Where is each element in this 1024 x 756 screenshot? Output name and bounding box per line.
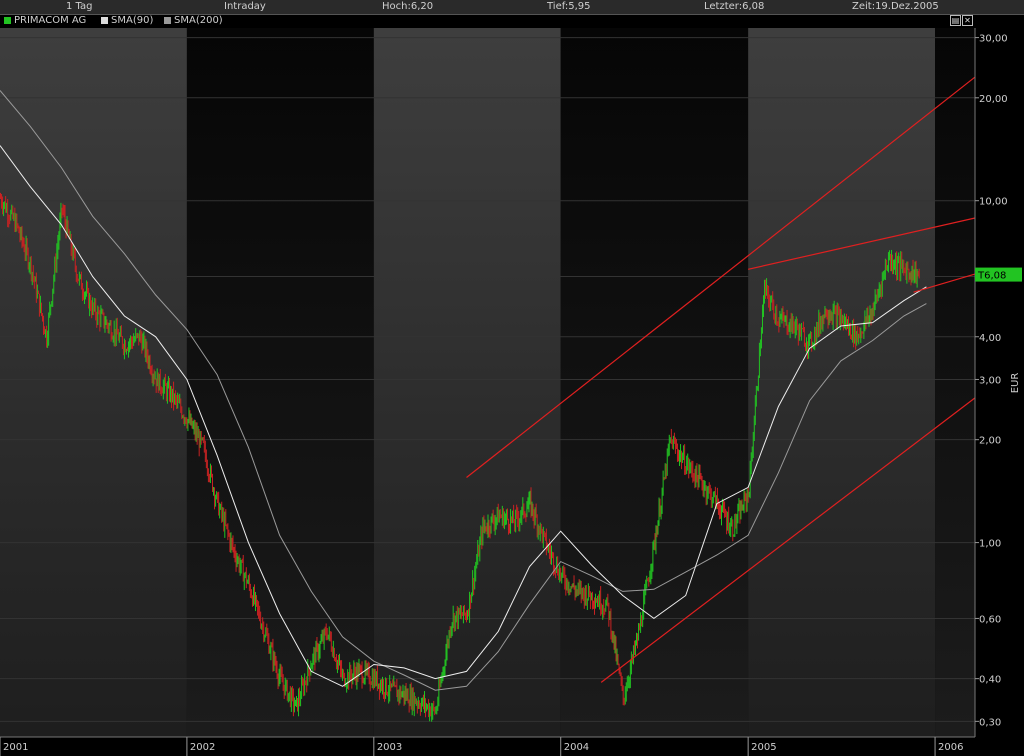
year-band [373,28,561,737]
y-tick-label: 1,00 [979,539,1001,550]
x-tick-label: 2006 [938,742,963,753]
y-tick-label: 0,30 [979,717,1001,728]
year-band [935,28,975,737]
y-tick-label: 10,00 [979,197,1008,208]
x-axis-panel [0,737,1024,756]
y-tick-label: 20,00 [979,94,1008,105]
y-tick-label: 2,00 [979,436,1001,447]
x-tick-label: 2004 [564,742,589,753]
x-tick-label: 2002 [190,742,215,753]
year-band [748,28,936,737]
x-tick-label: 2001 [3,742,28,753]
y-tick-label: 0,40 [979,675,1001,686]
y-tick-label: 3,00 [979,375,1001,386]
last-value-label: T6,08 [977,271,1006,282]
y-tick-label: 4,00 [979,333,1001,344]
year-band [560,28,749,737]
y-axis-label: EUR [1010,373,1021,394]
y-tick-label: 30,00 [979,34,1008,45]
y-tick-label: 0,60 [979,614,1001,625]
x-tick-label: 2003 [377,742,402,753]
price-chart[interactable]: 30,0020,0010,006,004,003,002,001,000,600… [0,0,1024,756]
x-tick-label: 2005 [751,742,776,753]
year-band [186,28,374,737]
